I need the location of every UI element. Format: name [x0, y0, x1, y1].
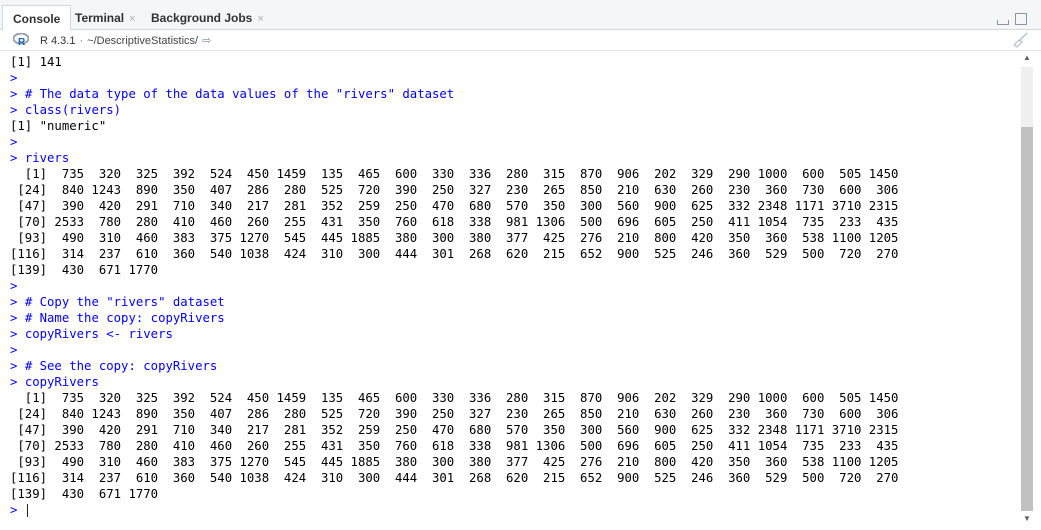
pane-tab-bar: Console Terminal × Background Jobs × — [0, 0, 1041, 31]
tab-label: Console — [13, 12, 61, 26]
go-to-directory-icon[interactable]: ⇨ — [202, 34, 211, 47]
maximize-icon[interactable] — [1015, 12, 1027, 25]
output-text: [93] 490 310 460 383 375 1270 545 445 18… — [10, 231, 899, 245]
console-output-line: [1] 735 320 325 392 524 450 1459 135 465… — [10, 390, 899, 406]
console-command-line: > — [10, 134, 898, 150]
output-text: [1] 735 320 325 392 524 450 1459 135 465… — [10, 391, 899, 405]
console-output-line: [1] "numeric" — [10, 118, 898, 134]
console-scrollbar[interactable]: ▲ ▼ — [1020, 51, 1034, 526]
output-text: [1] "numeric" — [10, 119, 107, 133]
command-text: # Copy the "rivers" dataset — [24, 295, 225, 309]
tab-terminal[interactable]: Terminal × — [65, 5, 146, 30]
console-command-line: > # The data type of the data values of … — [10, 86, 898, 102]
window-controls — [995, 10, 1027, 28]
console-output-line: [139] 430 671 1770 — [10, 262, 898, 278]
svg-text:R: R — [18, 37, 26, 46]
console-toolbar: R R 4.3.1 · ~/DescriptiveStatistics/ ⇨ — [0, 30, 1041, 51]
console-command-line: > copyRivers <- rivers — [10, 326, 898, 342]
tab-background-jobs[interactable]: Background Jobs × — [141, 5, 274, 30]
console-command-line: > — [10, 278, 898, 294]
output-text: [139] 430 671 1770 — [10, 487, 159, 501]
output-text: [139] 430 671 1770 — [10, 263, 159, 277]
console-output-line: [116] 314 237 610 360 540 1038 424 310 3… — [10, 470, 898, 486]
console-output-line: [116] 314 237 610 360 540 1038 424 310 3… — [10, 246, 898, 262]
tab-label: Background Jobs — [151, 11, 253, 25]
minimize-icon[interactable] — [996, 19, 1009, 25]
console-output-line: [24] 840 1243 890 350 407 286 280 525 72… — [10, 406, 898, 422]
command-text: copyRivers <- rivers — [24, 327, 173, 341]
text-cursor — [26, 504, 28, 517]
close-tab-icon[interactable]: × — [129, 13, 135, 25]
output-text: [24] 840 1243 890 350 407 286 280 525 72… — [10, 183, 899, 197]
output-text: [93] 490 310 460 383 375 1270 545 445 18… — [10, 455, 899, 469]
console-command-line: > # See the copy: copyRivers — [10, 358, 898, 374]
console-command-line: > rivers — [10, 150, 898, 166]
command-text: copyRivers — [24, 375, 99, 389]
console-command-line: > copyRivers — [10, 374, 898, 390]
output-text: [47] 390 420 291 710 340 217 281 352 259… — [10, 423, 899, 437]
output-text: [1] 141 — [10, 55, 62, 69]
console-output[interactable]: [1] 141 > > # The data type of the data v… — [0, 51, 1018, 530]
output-text: [47] 390 420 291 710 340 217 281 352 259… — [10, 199, 899, 213]
console-command-line: > — [10, 70, 898, 86]
close-tab-icon[interactable]: × — [257, 13, 263, 25]
console-lines: [1] 141 > > # The data type of the data v… — [10, 54, 898, 518]
r-version: R 4.3.1 — [40, 35, 76, 47]
output-text: [116] 314 237 610 360 540 1038 424 310 3… — [10, 247, 899, 261]
command-text: # The data type of the data values of th… — [24, 87, 455, 101]
separator: · — [79, 35, 84, 47]
scroll-up-icon[interactable]: ▲ — [1020, 51, 1034, 65]
tab-console[interactable]: Console — [2, 5, 72, 31]
console-output-line: [24] 840 1243 890 350 407 286 280 525 72… — [10, 182, 898, 198]
console-output-line: [93] 490 310 460 383 375 1270 545 445 18… — [10, 230, 898, 246]
command-text: rivers — [24, 151, 70, 165]
console-output-line: [1] 141 — [10, 54, 898, 70]
command-text: # See the copy: copyRivers — [24, 359, 218, 373]
console-command-line: > — [10, 342, 898, 358]
output-text: [24] 840 1243 890 350 407 286 280 525 72… — [10, 407, 899, 421]
output-text: [70] 2533 780 280 410 460 260 255 431 35… — [10, 439, 899, 453]
console-output-line: [47] 390 420 291 710 340 217 281 352 259… — [10, 422, 898, 438]
scroll-down-icon[interactable]: ▼ — [1020, 512, 1034, 526]
output-text: [1] 735 320 325 392 524 450 1459 135 465… — [10, 167, 899, 181]
output-text: [116] 314 237 610 360 540 1038 424 310 3… — [10, 471, 899, 485]
working-directory-path[interactable]: ~/DescriptiveStatistics/ — [87, 35, 198, 47]
console-output-line: [139] 430 671 1770 — [10, 486, 898, 502]
clear-console-icon[interactable] — [1011, 32, 1029, 48]
console-command-line: > — [10, 502, 898, 518]
r-logo-icon: R — [13, 33, 29, 46]
console-output-line: [70] 2533 780 280 410 460 260 255 431 35… — [10, 214, 898, 230]
console-command-line: > # Copy the "rivers" dataset — [10, 294, 898, 310]
tab-label: Terminal — [75, 11, 125, 25]
console-output-line: [93] 490 310 460 383 375 1270 545 445 18… — [10, 454, 898, 470]
output-text: [70] 2533 780 280 410 460 260 255 431 35… — [10, 215, 899, 229]
console-output-line: [70] 2533 780 280 410 460 260 255 431 35… — [10, 438, 898, 454]
scrollbar-thumb[interactable] — [1021, 127, 1033, 511]
console-command-line: > # Name the copy: copyRivers — [10, 310, 898, 326]
console-output-line: [47] 390 420 291 710 340 217 281 352 259… — [10, 198, 898, 214]
console-output-line: [1] 735 320 325 392 524 450 1459 135 465… — [10, 166, 899, 182]
console-command-line: > class(rivers) — [10, 102, 898, 118]
command-text: # Name the copy: copyRivers — [24, 311, 225, 325]
working-directory: R 4.3.1 · ~/DescriptiveStatistics/ ⇨ — [40, 34, 211, 47]
command-text: class(rivers) — [24, 103, 122, 117]
